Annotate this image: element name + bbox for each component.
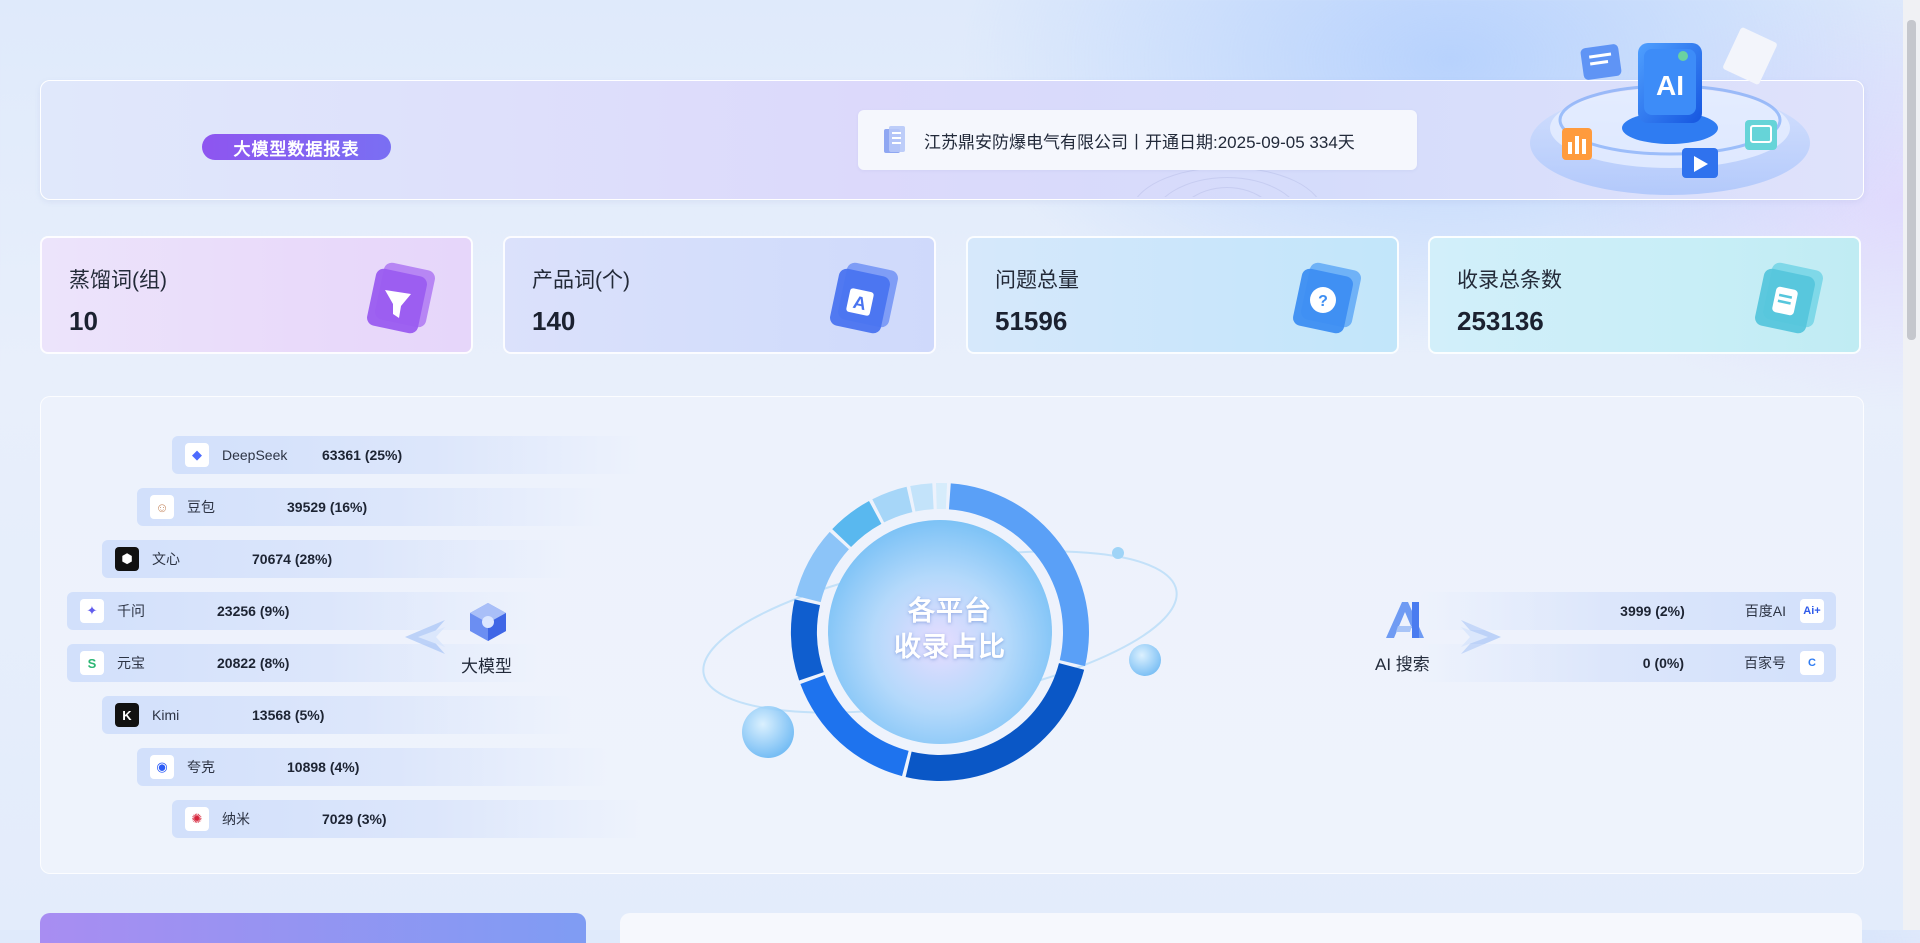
platform-name: 百度AI [1744,603,1786,619]
platform-logo-icon: ◆ [185,443,209,467]
platform-value: 70674 (28%) [252,551,333,567]
banner-decoration [1131,167,1321,197]
model-row-2: ⬢ 文心 70674 (28%) [102,540,572,578]
platform-logo-icon: ✦ [80,599,104,623]
company-info: 江苏鼎安防爆电气有限公司丨开通日期:2025-09-05 334天 [858,110,1417,170]
model-row-0: ◆ DeepSeek 63361 (25%) [172,436,642,474]
platform-name: DeepSeek [222,447,288,463]
platform-name: 百家号 [1744,655,1786,671]
question-bubble-icon: ? [1293,262,1361,334]
kpi-card-total-indexed: 收录总条数 253136 [1428,236,1861,354]
platform-value: 0 (0%) [1642,655,1684,671]
left-hub-arrow-icon [405,620,445,654]
bottom-right-card [620,913,1862,943]
letter-a-icon: A [830,262,898,334]
ring-segment [910,483,934,512]
large-model-cube-icon [470,603,506,641]
building-icon [880,125,908,155]
platform-name: 豆包 [187,499,215,515]
ring-center-title-line1: 各平台 [908,596,992,626]
platform-value: 23256 (9%) [217,603,290,619]
platform-logo-icon: K [115,703,139,727]
document-icon [1755,262,1823,334]
left-hub-label: 大模型 [461,657,512,676]
model-row-7: ✺ 纳米 7029 (3%) [172,800,642,838]
ai-cube-label: AI [1656,70,1684,101]
platform-value: 10898 (4%) [287,759,360,775]
report-title-tag: 大模型数据报表 [202,134,391,160]
kpi-card-total-questions: 问题总量 51596 ? [966,236,1399,354]
bottom-left-card [40,913,586,943]
kpi-value: 10 [69,306,98,336]
platform-name: 千问 [117,603,145,619]
platform-name: 夸克 [187,759,215,775]
platform-logo-icon: ✺ [185,807,209,831]
kpi-value: 140 [532,306,576,336]
platform-name: 纳米 [222,811,250,827]
ring-segment [872,486,913,523]
platform-value: 7029 (3%) [322,811,387,827]
ai-illustration: AI [1530,27,1810,195]
model-row-1: ☺ 豆包 39529 (16%) [137,488,607,526]
ring-center-title-line2: 收录占比 [894,632,1006,662]
platform-logo-icon: ⬢ [115,547,139,571]
kpi-value: 253136 [1457,306,1544,336]
search-row-0: 3999 (2%) 百度AI Ai+ [1420,592,1836,630]
platform-name: 文心 [152,551,180,567]
kpi-card-product-words: 产品词(个) 140 A [503,236,936,354]
platform-logo-icon: ☺ [150,495,174,519]
company-name-and-date: 江苏鼎安防爆电气有限公司丨开通日期:2025-09-05 334天 [924,132,1355,152]
platform-value: 20822 (8%) [217,655,290,671]
platform-logo-icon: ◉ [150,755,174,779]
ring-segment [832,501,882,548]
kpi-label: 收录总条数 [1457,269,1562,292]
platform-name: 元宝 [117,655,145,671]
svg-text:?: ? [1318,293,1328,310]
kpi-value: 51596 [995,306,1068,336]
platform-value: 3999 (2%) [1620,603,1685,619]
funnel-icon [367,262,435,334]
model-row-5: K Kimi 13568 (5%) [102,696,572,734]
platform-value: 13568 (5%) [252,707,325,723]
kpi-label: 产品词(个) [532,269,630,292]
kpi-card-distill-words: 蒸馏词(组) 10 [40,236,473,354]
kpi-label: 问题总量 [995,269,1079,292]
platform-logo-icon: C [1800,651,1824,675]
scrollbar-thumb[interactable] [1907,20,1916,340]
kpi-label: 蒸馏词(组) [69,269,167,292]
model-row-6: ◉ 夸克 10898 (4%) [137,748,607,786]
ring-segment [936,483,948,510]
platform-logo-icon: Ai+ [1800,599,1824,623]
platform-name: Kimi [152,707,180,723]
platform-logo-icon: S [80,651,104,675]
platform-ring-chart: 各平台 收录占比 [700,470,1200,800]
page-scrollbar[interactable] [1903,0,1920,930]
platform-value: 63361 (25%) [322,447,403,463]
platform-value: 39529 (16%) [287,499,368,515]
search-row-1: 0 (0%) 百家号 C [1420,644,1836,682]
